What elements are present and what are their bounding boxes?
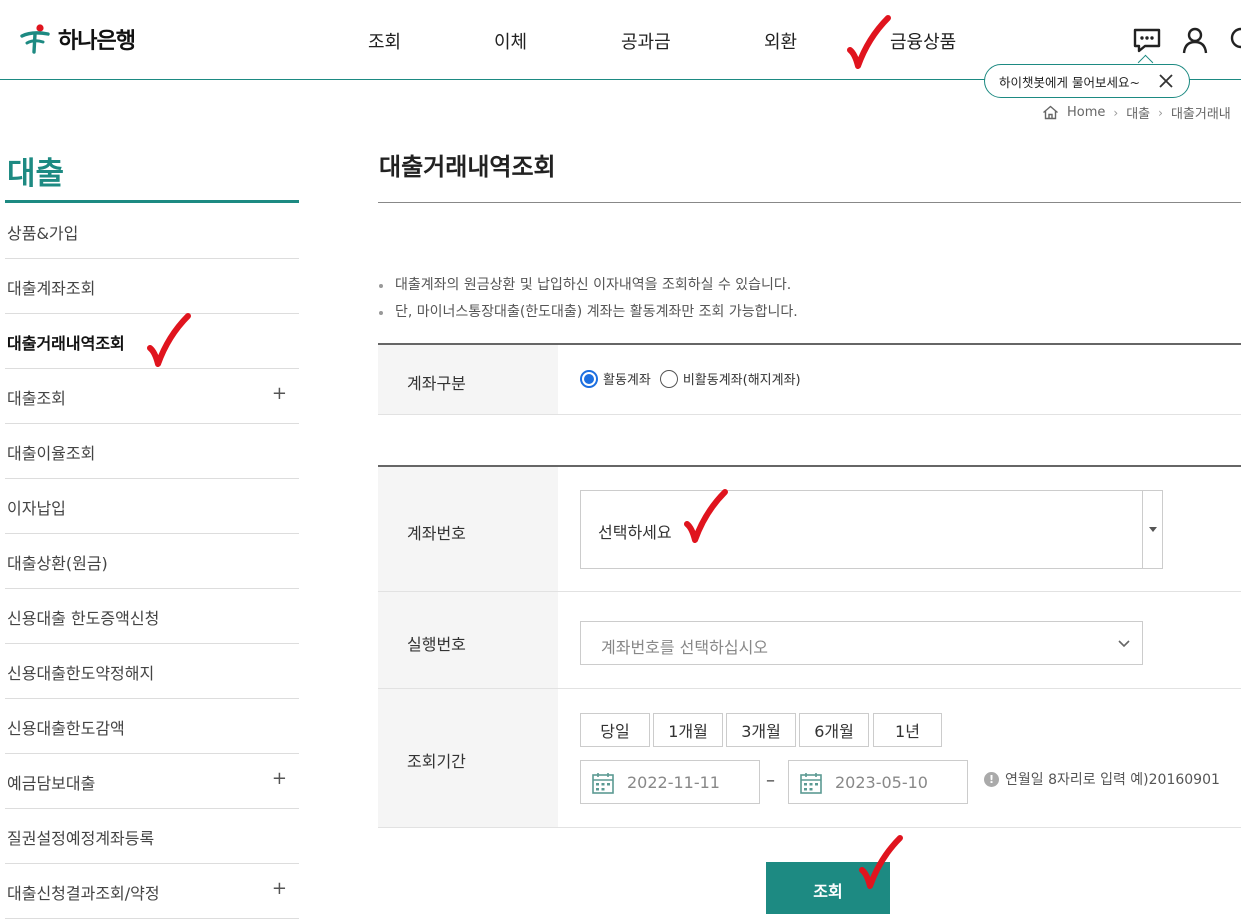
end-date-input[interactable]: 2023-05-10: [788, 760, 968, 804]
row-divider: [378, 414, 1241, 415]
dropdown-arrow-icon: [1149, 527, 1157, 532]
sidebar-item-loan-account-inquiry[interactable]: 대출계좌조회: [5, 259, 299, 314]
notice-item: 대출계좌의 원금상환 및 납입하신 이자내역을 조회하실 수 있습니다.: [378, 272, 798, 299]
account-number-label: 계좌번호: [407, 524, 466, 543]
plus-icon[interactable]: +: [272, 878, 287, 899]
row-divider: [378, 688, 1241, 689]
radio-inactive-account[interactable]: [659, 369, 678, 388]
period-6month-button[interactable]: 6개월: [799, 713, 869, 747]
sidebar-title-underline: [5, 200, 299, 203]
info-icon: !: [984, 771, 999, 787]
period-1year-button[interactable]: 1년: [873, 713, 942, 747]
period-1month-button[interactable]: 1개월: [653, 713, 723, 747]
exec-number-select[interactable]: 계좌번호를 선택하십시오: [580, 621, 1143, 665]
breadcrumb-home[interactable]: Home: [1067, 105, 1105, 120]
hana-logo-icon: [20, 24, 50, 54]
start-date-value: 2022-11-11: [627, 773, 720, 792]
account-number-select[interactable]: 선택하세요: [580, 490, 1163, 569]
notice-list: 대출계좌의 원금상환 및 납입하신 이자내역을 조회하실 수 있습니다. 단, …: [378, 272, 798, 326]
home-icon[interactable]: [1042, 105, 1059, 120]
table-bottom-border: [378, 827, 1241, 828]
calendar-icon[interactable]: [799, 771, 823, 795]
sidebar-item-label: 신용대출한도감액: [7, 719, 125, 738]
sidebar-item-products-signup[interactable]: 상품&가입: [5, 204, 299, 259]
inquiry-form-header-column: [378, 467, 558, 827]
sidebar-item-label: 대출상환(원금): [7, 554, 108, 573]
nav-utility-bills[interactable]: 공과금: [621, 28, 671, 54]
sidebar-item-loan-transaction-history[interactable]: 대출거래내역조회: [5, 314, 299, 369]
sidebar-item-interest-payment[interactable]: 이자납입: [5, 479, 299, 534]
sidebar-item-label: 신용대출 한도증액신청: [7, 609, 160, 628]
sidebar-item-label: 상품&가입: [7, 224, 79, 243]
nav-foreign-exchange[interactable]: 외환: [764, 28, 797, 54]
chevron-right-icon: ›: [1158, 105, 1163, 120]
sidebar-item-credit-limit-increase[interactable]: 신용대출 한도증액신청: [5, 589, 299, 644]
period-3month-button[interactable]: 3개월: [726, 713, 796, 747]
sidebar-item-pledge-account-registration[interactable]: 질권설정예정계좌등록: [5, 809, 299, 864]
end-date-value: 2023-05-10: [835, 773, 928, 792]
exec-number-label: 실행번호: [407, 635, 466, 654]
radio-active-account[interactable]: [580, 369, 598, 388]
sidebar-item-label: 예금담보대출: [7, 774, 96, 793]
sidebar-item-label: 대출신청결과조회/약정: [7, 884, 160, 903]
breadcrumb-current: 대출거래내: [1170, 107, 1231, 122]
breadcrumb-loan[interactable]: 대출: [1126, 103, 1150, 122]
radio-active-account-label[interactable]: 활동계좌: [603, 369, 651, 388]
page-title: 대출거래내역조회: [379, 153, 556, 181]
date-format-hint-text: 연월일 8자리로 입력 예)20160901: [1005, 772, 1220, 788]
notice-item: 단, 마이너스통장대출(한도대출) 계좌는 활동계좌만 조회 가능합니다.: [378, 299, 798, 326]
exec-number-value: 계좌번호를 선택하십시오: [601, 638, 769, 657]
sidebar-item-label: 대출이율조회: [7, 444, 96, 463]
account-number-value: 선택하세요: [598, 523, 672, 542]
row-divider: [378, 591, 1241, 592]
plus-icon[interactable]: +: [272, 383, 287, 404]
search-icon[interactable]: [1226, 24, 1241, 56]
sidebar-item-loan-inquiry[interactable]: 대출조회 +: [5, 369, 299, 424]
chatbot-tooltip[interactable]: 하이챗봇에게 물어보세요~: [984, 64, 1190, 98]
chatbot-icon[interactable]: [1131, 24, 1163, 56]
nav-transfer[interactable]: 이체: [494, 28, 527, 54]
plus-icon[interactable]: +: [272, 768, 287, 789]
start-date-input[interactable]: 2022-11-11: [580, 760, 760, 804]
breadcrumb: Home › 대출 › 대출거래내: [1042, 103, 1231, 122]
close-icon[interactable]: [1155, 70, 1177, 92]
search-button[interactable]: 조회: [766, 862, 890, 914]
sidebar-item-label: 질권설정예정계좌등록: [7, 829, 155, 848]
sidebar-title: 대출: [7, 156, 65, 192]
date-format-hint: ! 연월일 8자리로 입력 예)20160901: [984, 769, 1220, 789]
sidebar-item-label: 대출조회: [7, 389, 66, 408]
sidebar-menu: 상품&가입 대출계좌조회 대출거래내역조회 대출조회 + 대출이율조회 이자납입 …: [5, 204, 299, 919]
account-type-label: 계좌구분: [407, 374, 466, 393]
sidebar-item-credit-limit-termination[interactable]: 신용대출한도약정해지: [5, 644, 299, 699]
hana-bank-logo[interactable]: 하나은행: [18, 22, 136, 56]
sidebar-item-label: 대출계좌조회: [7, 279, 96, 298]
sidebar-item-label: 대출거래내역조회: [7, 334, 125, 353]
period-label: 조회기간: [407, 752, 466, 771]
calendar-icon[interactable]: [591, 771, 615, 795]
chatbot-tooltip-text: 하이챗봇에게 물어보세요~: [999, 74, 1140, 90]
period-today-button[interactable]: 당일: [580, 713, 650, 747]
sidebar-item-deposit-secured-loan[interactable]: 예금담보대출 +: [5, 754, 299, 809]
sidebar-item-label: 신용대출한도약정해지: [7, 664, 155, 683]
account-type-header: 계좌구분: [378, 345, 558, 414]
chevron-down-icon: [1118, 640, 1130, 648]
title-divider: [378, 202, 1241, 203]
radio-inactive-account-label[interactable]: 비활동계좌(해지계좌): [683, 369, 801, 388]
nav-inquiry[interactable]: 조회: [368, 28, 401, 54]
chevron-right-icon: ›: [1113, 105, 1119, 120]
date-range-separator: –: [766, 770, 775, 791]
sidebar-item-label: 이자납입: [7, 499, 66, 518]
sidebar-item-principal-repayment[interactable]: 대출상환(원금): [5, 534, 299, 589]
sidebar-item-loan-application-result[interactable]: 대출신청결과조회/약정 +: [5, 864, 299, 919]
sidebar-item-credit-limit-decrease[interactable]: 신용대출한도감액: [5, 699, 299, 754]
account-type-radio-group: 활동계좌 비활동계좌(해지계좌): [580, 369, 801, 388]
nav-financial-products[interactable]: 금융상품: [890, 28, 956, 54]
sidebar-item-loan-rate-inquiry[interactable]: 대출이율조회: [5, 424, 299, 479]
select-divider: [1142, 491, 1143, 568]
user-icon[interactable]: [1179, 24, 1211, 56]
logo-text: 하나은행: [58, 29, 136, 54]
